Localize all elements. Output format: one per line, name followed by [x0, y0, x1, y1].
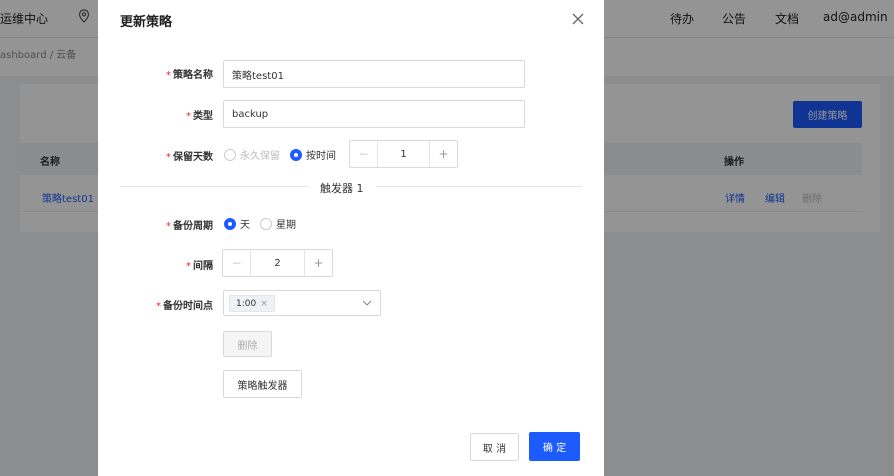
trigger-title: 触发器 1 — [308, 180, 376, 196]
radio-week-label[interactable]: 星期 — [276, 216, 296, 231]
radio-permanent[interactable] — [224, 148, 236, 161]
chevron-down-icon[interactable] — [362, 299, 372, 307]
policy-name-label: * 策略名称 — [138, 66, 213, 81]
interval-label: * 间隔 — [138, 257, 213, 272]
required-mark: * — [156, 301, 161, 312]
time-tag: 1:00 × — [229, 295, 275, 312]
radio-day-label[interactable]: 天 — [240, 216, 250, 231]
required-mark: * — [166, 152, 171, 163]
backup-time-select[interactable]: 1:00 × — [223, 290, 381, 316]
tag-close-icon[interactable]: × — [260, 299, 268, 309]
retention-increment-button[interactable]: + — [429, 141, 457, 167]
interval-increment-button[interactable]: + — [304, 250, 332, 276]
update-policy-dialog: 更新策略 * 策略名称 策略test01 * 类型 backup * 保留天数 永久保… — [98, 0, 604, 476]
type-label: * 类型 — [138, 107, 213, 122]
required-mark: * — [186, 261, 191, 272]
type-label-text: 类型 — [193, 111, 213, 122]
backup-cycle-label: * 备份周期 — [138, 217, 213, 232]
radio-permanent-label[interactable]: 永久保留 — [240, 147, 280, 162]
interval-value[interactable]: 2 — [251, 258, 304, 269]
confirm-button[interactable]: 确 定 — [529, 432, 580, 461]
interval-label-text: 间隔 — [193, 261, 213, 272]
cancel-button[interactable]: 取 消 — [470, 433, 519, 461]
radio-day[interactable] — [224, 217, 236, 230]
radio-week[interactable] — [260, 217, 272, 230]
required-mark: * — [166, 221, 171, 232]
required-mark: * — [166, 70, 171, 81]
backup-time-label-text: 备份时间点 — [163, 301, 213, 312]
add-trigger-button[interactable]: 策略触发器 — [223, 370, 302, 398]
required-mark: * — [186, 111, 191, 122]
radio-by-time[interactable] — [290, 148, 302, 161]
retention-decrement-button[interactable]: − — [350, 141, 378, 167]
policy-name-label-text: 策略名称 — [173, 70, 213, 81]
backup-cycle-radio-group: 天 星期 — [224, 216, 306, 231]
retention-days-value[interactable]: 1 — [378, 149, 429, 160]
dialog-title: 更新策略 — [120, 15, 173, 30]
close-icon[interactable] — [571, 12, 585, 26]
retention-days-stepper: − 1 + — [349, 140, 458, 168]
delete-trigger-button[interactable]: 删除 — [223, 331, 272, 357]
type-input[interactable]: backup — [223, 100, 525, 128]
radio-by-time-label[interactable]: 按时间 — [306, 147, 336, 162]
interval-decrement-button[interactable]: − — [223, 250, 251, 276]
time-tag-label: 1:00 — [236, 298, 257, 309]
retention-radio-group: 永久保留 按时间 — [224, 147, 346, 162]
interval-stepper: − 2 + — [222, 249, 333, 277]
backup-cycle-label-text: 备份周期 — [173, 221, 213, 232]
backup-time-label: * 备份时间点 — [128, 297, 213, 312]
retention-days-label: * 保留天数 — [138, 148, 213, 163]
policy-name-input[interactable]: 策略test01 — [223, 60, 525, 88]
retention-days-label-text: 保留天数 — [173, 152, 213, 163]
